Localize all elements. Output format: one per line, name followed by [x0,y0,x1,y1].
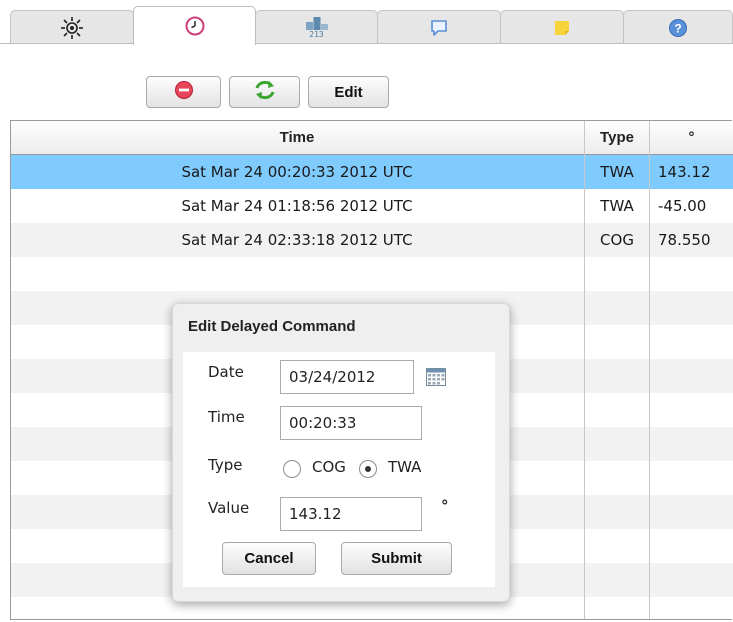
submit-button[interactable]: Submit [341,542,452,575]
sticky-note-icon [549,15,575,41]
tab-bar: 213 ? [0,0,733,45]
dialog-title: Edit Delayed Command [188,318,356,335]
chat-bubble-icon [426,15,452,41]
tab-compass[interactable] [10,10,134,44]
radio-twa-label[interactable]: TWA [388,458,421,476]
sun-compass-icon [59,15,85,41]
refresh-button[interactable] [229,76,300,108]
date-field[interactable]: 03/24/2012 [280,360,414,394]
value-label: Value [208,499,250,517]
time-field[interactable]: 00:20:33 [280,406,422,440]
tab-help[interactable]: ? [623,10,733,44]
edit-delayed-command-dialog: Edit Delayed Command Date 03/24/2012 Tim… [172,303,510,602]
radio-cog-label[interactable]: COG [312,458,346,476]
tab-chat[interactable] [377,10,501,44]
minus-circle-icon [174,80,194,104]
svg-text:?: ? [674,21,681,35]
radio-cog[interactable] [283,460,301,478]
edit-button[interactable]: Edit [308,76,389,108]
calendar-icon[interactable] [426,368,446,386]
tab-notes[interactable] [500,10,624,44]
radio-twa[interactable] [359,460,377,478]
ranking-icon: 213 [304,15,330,41]
help-icon: ? [665,15,691,41]
refresh-icon [253,79,277,105]
degree-unit: ° [441,497,449,515]
clock-icon [182,13,208,39]
delete-button[interactable] [146,76,221,108]
type-label: Type [208,456,243,474]
value-field[interactable]: 143.12 [280,497,422,531]
tab-bar-baseline [0,43,733,44]
ranking-number: 213 [309,30,324,39]
date-label: Date [208,363,244,381]
dialog-form: Date 03/24/2012 Time 00:20:33 Type COG T… [183,352,495,587]
time-label: Time [208,408,245,426]
tab-delayed-commands[interactable] [133,6,256,45]
tab-ranking[interactable]: 213 [255,10,378,44]
cancel-button[interactable]: Cancel [222,542,316,575]
